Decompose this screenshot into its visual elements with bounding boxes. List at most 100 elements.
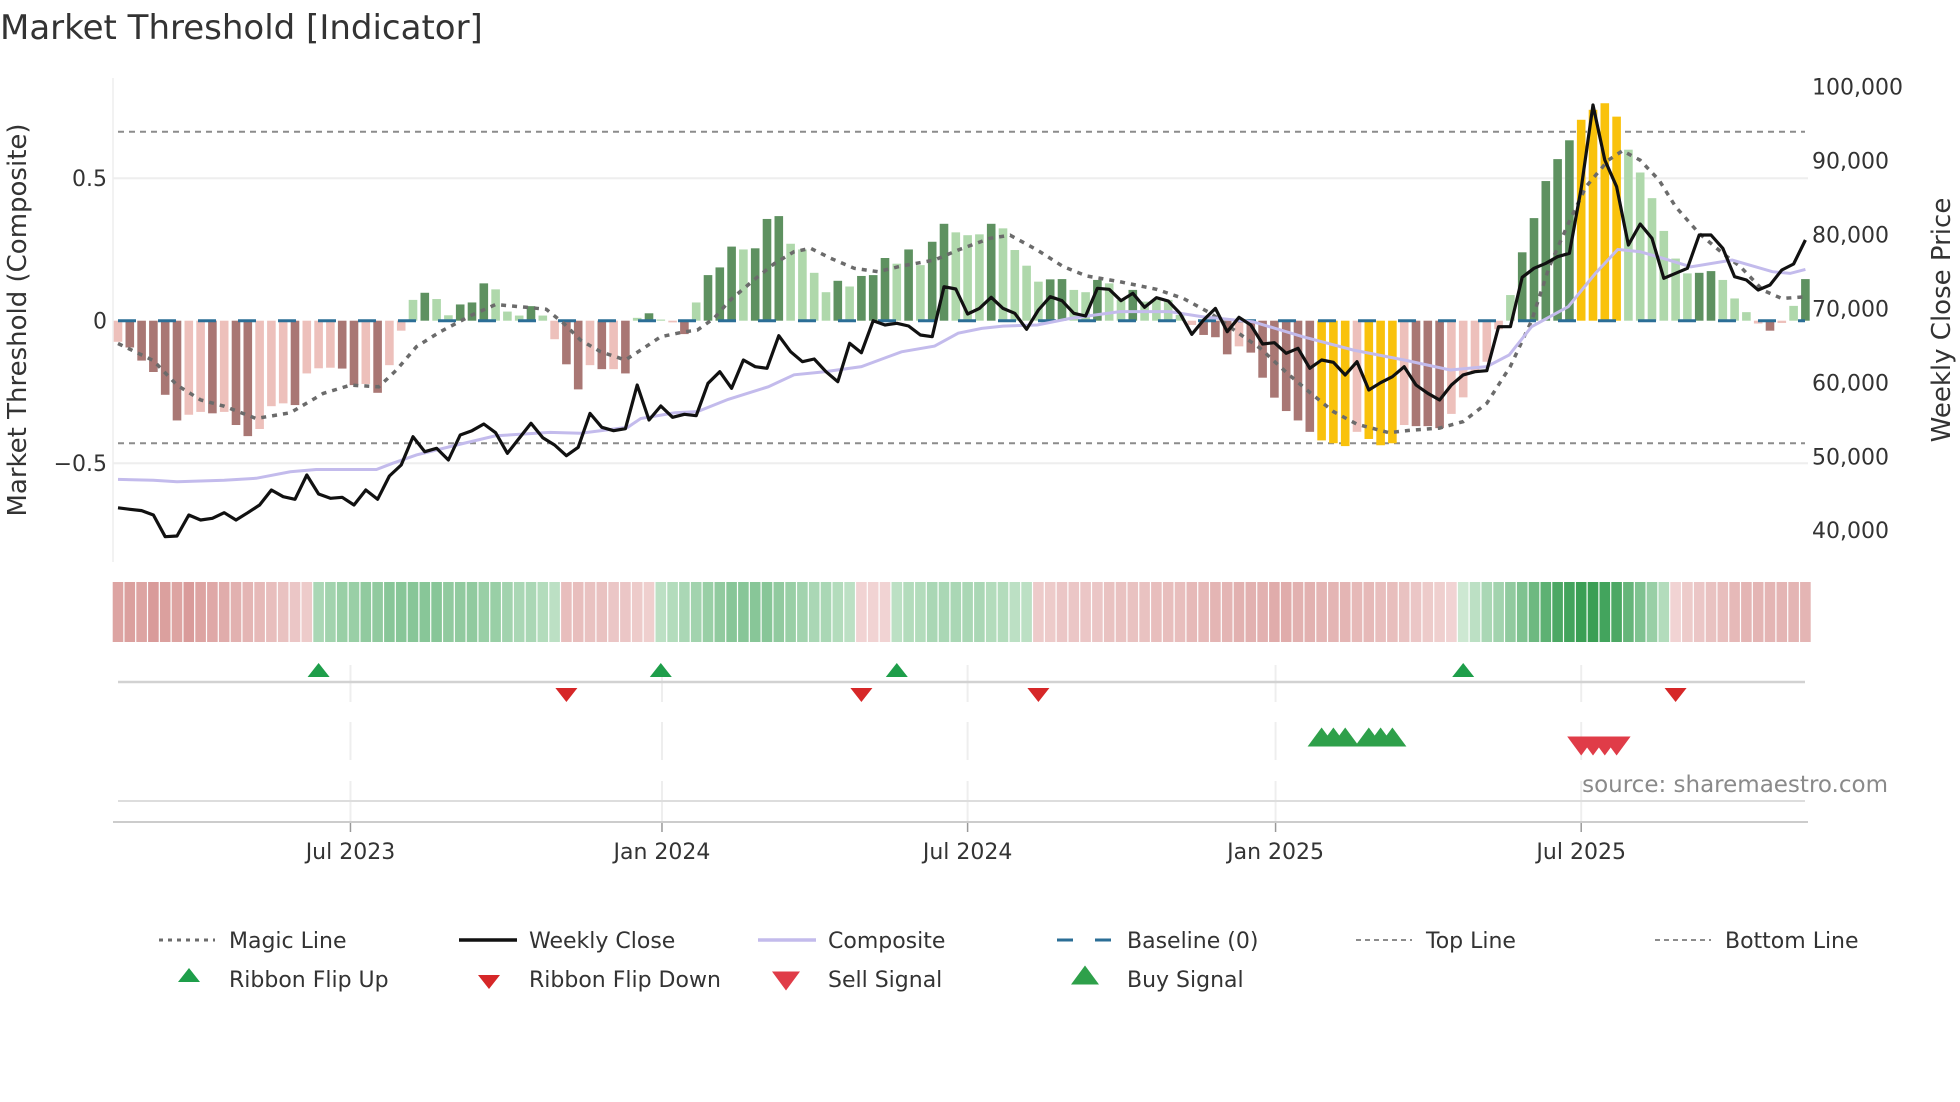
ribbon-cell: [1387, 582, 1398, 642]
ribbon-cell: [643, 582, 655, 642]
ribbon-cell: [136, 582, 147, 642]
histogram-bar: [1187, 320, 1197, 325]
ribbon-cell: [1009, 582, 1021, 642]
histogram-bar: [573, 320, 583, 390]
ribbon-cell: [1800, 582, 1811, 642]
histogram-bar: [904, 249, 913, 321]
ribbon-cell: [761, 582, 773, 642]
histogram-bar: [1801, 279, 1810, 321]
ribbon-cell: [1280, 582, 1292, 642]
histogram-bar: [1671, 258, 1680, 321]
histogram-bar: [278, 320, 288, 404]
histogram-bar: [1730, 298, 1739, 321]
ribbon-cell: [985, 582, 997, 642]
ribbon-cell: [714, 582, 726, 642]
x-tick-label: Jul 2025: [1534, 840, 1626, 865]
ribbon-cell: [1410, 582, 1422, 642]
ribbon-cell: [1776, 582, 1788, 642]
ribbon-cell: [1056, 582, 1068, 642]
histogram-bar: [1317, 320, 1326, 441]
ribbon-cell: [218, 582, 230, 642]
ribbon-flip-up-marker: [307, 663, 330, 677]
ribbon-cell: [1705, 582, 1717, 642]
ribbon-cell: [1693, 582, 1705, 642]
ribbon-cell: [1316, 582, 1327, 642]
ribbon-cell: [537, 582, 549, 642]
legend-label: Top Line: [1425, 929, 1516, 954]
histogram-bar: [408, 299, 418, 321]
histogram-bar: [1635, 172, 1645, 321]
histogram-bar: [750, 248, 760, 321]
ribbon-cell: [372, 582, 383, 642]
ribbon-flip-down-marker: [555, 688, 578, 702]
ribbon-cell: [690, 582, 702, 642]
ribbon-cell: [1233, 582, 1245, 642]
ribbon-cell: [1516, 582, 1528, 642]
histogram-bar: [550, 320, 559, 340]
histogram-bar: [255, 320, 264, 429]
histogram-bar: [113, 320, 123, 342]
left-tick-label: 0: [93, 310, 107, 335]
composite-line: [117, 247, 1806, 484]
ribbon-cell: [1068, 582, 1080, 642]
legend-flip-up-icon: [178, 968, 200, 982]
ribbon-cell: [1646, 582, 1658, 642]
legend-label: Sell Signal: [828, 968, 942, 993]
ribbon-flip-down-marker: [1664, 688, 1687, 702]
histogram-bar: [774, 216, 784, 321]
ribbon-cell: [301, 582, 313, 642]
ribbon-cell: [1422, 582, 1434, 642]
ribbon-cell: [348, 582, 360, 642]
ribbon-cell: [608, 582, 619, 642]
histogram-bar: [621, 320, 630, 374]
histogram-bar: [1742, 312, 1751, 321]
ribbon-cell: [1729, 582, 1740, 642]
right-tick-label: 100,000: [1812, 76, 1903, 101]
ribbon-cell: [926, 582, 938, 642]
histogram-bar: [326, 320, 335, 368]
ribbon-cell: [289, 582, 301, 642]
ribbon-cell: [1375, 582, 1386, 642]
legend-label: Bottom Line: [1725, 929, 1859, 954]
ribbon-cell: [1351, 582, 1363, 642]
histogram-bar: [538, 315, 548, 321]
ribbon-cell: [1670, 582, 1681, 642]
ribbon-cell: [1186, 582, 1198, 642]
ribbon-cell: [1434, 582, 1445, 642]
x-tick-label: Jul 2023: [304, 840, 396, 865]
ribbon-cell: [1493, 582, 1504, 642]
histogram-bar: [432, 299, 441, 321]
ribbon-cell: [549, 582, 560, 642]
ribbon-cell: [1080, 582, 1091, 642]
histogram-bar: [1340, 320, 1350, 447]
histogram-bar: [691, 302, 701, 321]
histogram-bar: [845, 286, 854, 321]
histogram-bar: [1600, 103, 1610, 321]
legend-sell-icon: [772, 971, 800, 991]
histogram-bar: [833, 280, 843, 321]
ribbon-cell: [1623, 582, 1634, 642]
ribbon-cell: [832, 582, 844, 642]
histogram-bar: [219, 320, 229, 412]
ribbon-cell: [773, 582, 785, 642]
histogram-bar: [1352, 320, 1362, 432]
histogram-bar: [916, 265, 925, 321]
ribbon-cell: [336, 582, 348, 642]
ribbon-cell: [1481, 582, 1493, 642]
ribbon-cell: [726, 582, 737, 642]
histogram-bar: [125, 320, 135, 348]
ribbon-cell: [938, 582, 950, 642]
ribbon-flip-up-marker: [1452, 663, 1475, 677]
ribbon-cell: [124, 582, 136, 642]
histogram-bar: [1423, 320, 1433, 427]
histogram-bar: [467, 302, 477, 321]
ribbon-cell: [844, 582, 855, 642]
ribbon-cell: [266, 582, 277, 642]
ribbon-cell: [478, 582, 490, 642]
chart-title: Market Threshold [Indicator]: [0, 8, 483, 48]
ribbon-cell: [1505, 582, 1516, 642]
histogram-bar: [503, 311, 512, 321]
ribbon-cell: [738, 582, 749, 642]
ribbon-cell: [950, 582, 962, 642]
ribbon-cell: [1304, 582, 1316, 642]
